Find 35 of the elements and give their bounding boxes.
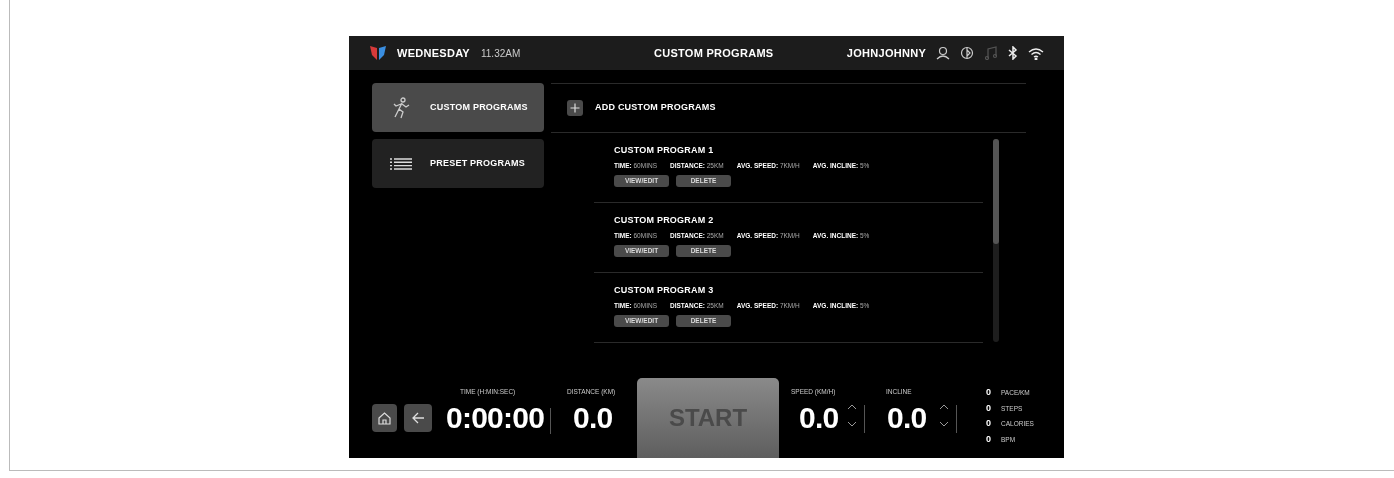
metric-value: 0 bbox=[986, 401, 991, 415]
home-button[interactable] bbox=[372, 404, 397, 432]
sound-icon[interactable] bbox=[960, 46, 974, 60]
stat-value: 0:00:00 bbox=[446, 400, 545, 436]
add-program-button[interactable]: ADD CUSTOM PROGRAMS bbox=[567, 100, 716, 116]
runner-icon bbox=[392, 96, 410, 119]
day-label: WEDNESDAY bbox=[397, 45, 470, 61]
user-icon[interactable] bbox=[936, 46, 950, 60]
stat-value: 0.0 bbox=[573, 400, 613, 436]
scrollbar[interactable] bbox=[993, 139, 999, 342]
program-title: CUSTOM PROGRAM 2 bbox=[614, 214, 715, 227]
metric-value: 0 bbox=[986, 417, 991, 430]
list-icon bbox=[390, 157, 412, 170]
sidebar-item[interactable]: PRESET PROGRAMS bbox=[372, 139, 544, 188]
plus-icon bbox=[567, 100, 583, 116]
home-icon bbox=[378, 411, 391, 425]
stat-value: 0.0 bbox=[887, 400, 927, 436]
chevron-up-icon bbox=[847, 404, 857, 410]
bluetooth-icon[interactable] bbox=[1008, 46, 1018, 60]
logo-icon bbox=[369, 45, 387, 61]
clock-label: 11.32AM bbox=[481, 46, 521, 61]
metric-value: 0 bbox=[986, 432, 991, 446]
screen-title: CUSTOM PROGRAMS bbox=[654, 45, 774, 61]
metric-value: 0 bbox=[986, 386, 991, 399]
chevron-up-icon bbox=[939, 404, 949, 410]
sidebar-item[interactable]: CUSTOM PROGRAMS bbox=[372, 83, 544, 132]
program-title: CUSTOM PROGRAM 1 bbox=[614, 144, 715, 157]
chevron-down-icon bbox=[847, 421, 857, 427]
chevron-down-icon bbox=[939, 421, 949, 427]
stat-value: 0.0 bbox=[799, 400, 839, 436]
user-name: JOHNJOHNNY bbox=[846, 45, 926, 61]
program-title: CUSTOM PROGRAM 3 bbox=[614, 284, 715, 297]
wifi-icon[interactable] bbox=[1028, 46, 1044, 60]
back-button[interactable] bbox=[404, 404, 432, 432]
back-arrow-icon bbox=[411, 412, 425, 424]
